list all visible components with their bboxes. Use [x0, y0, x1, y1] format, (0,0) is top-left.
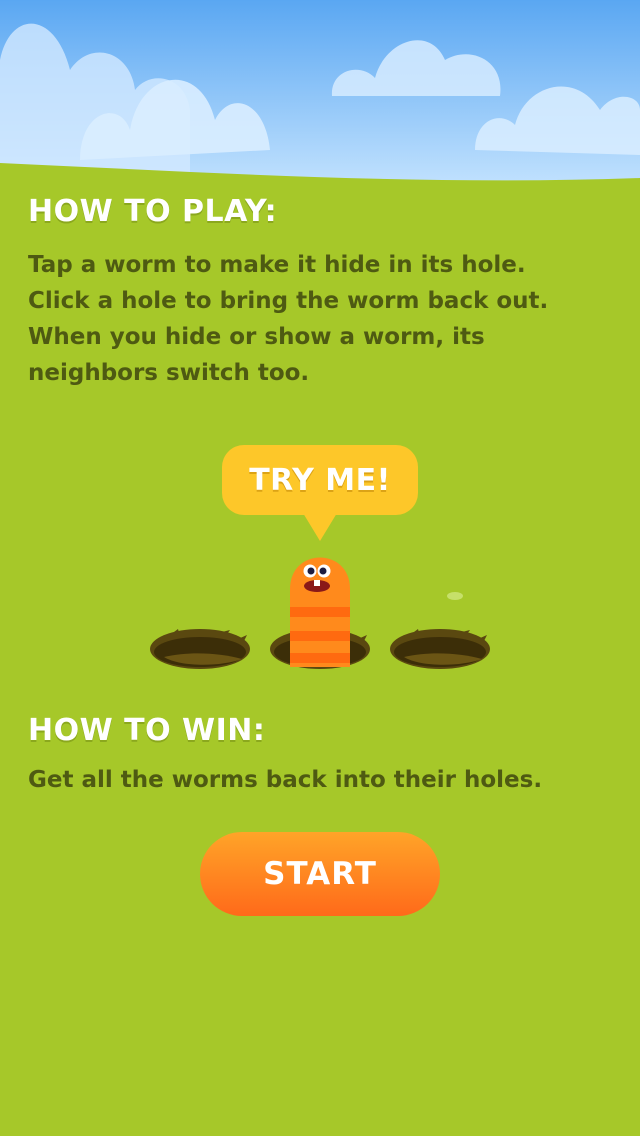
- instruction-line: When you hide or show a worm, its: [28, 324, 485, 350]
- try-me-bubble: TRY ME!: [222, 445, 418, 515]
- hole-left[interactable]: [150, 627, 250, 671]
- instruction-line: neighbors switch too.: [28, 360, 310, 386]
- how-to-play-heading: HOW TO PLAY:: [28, 194, 278, 229]
- hole-right[interactable]: [390, 627, 490, 671]
- how-to-play-text: Tap a worm to make it hide in its hole. …: [28, 247, 618, 391]
- instruction-line: Click a hole to bring the worm back out.: [28, 288, 549, 314]
- try-me-label: TRY ME!: [249, 462, 391, 498]
- start-button[interactable]: START: [200, 832, 440, 916]
- how-to-win-heading: HOW TO WIN:: [28, 713, 266, 748]
- game-screen: HOW TO PLAY: Tap a worm to make it hide …: [0, 0, 640, 1136]
- worm[interactable]: [286, 555, 354, 669]
- instruction-line: Tap a worm to make it hide in its hole.: [28, 252, 526, 278]
- how-to-win-text: Get all the worms back into their holes.: [28, 762, 618, 798]
- win-instruction-line: Get all the worms back into their holes.: [28, 767, 543, 793]
- start-label: START: [263, 856, 377, 892]
- bubble-tail: [303, 513, 337, 541]
- sky-background: [0, 0, 640, 200]
- demo-play-area: [140, 545, 500, 685]
